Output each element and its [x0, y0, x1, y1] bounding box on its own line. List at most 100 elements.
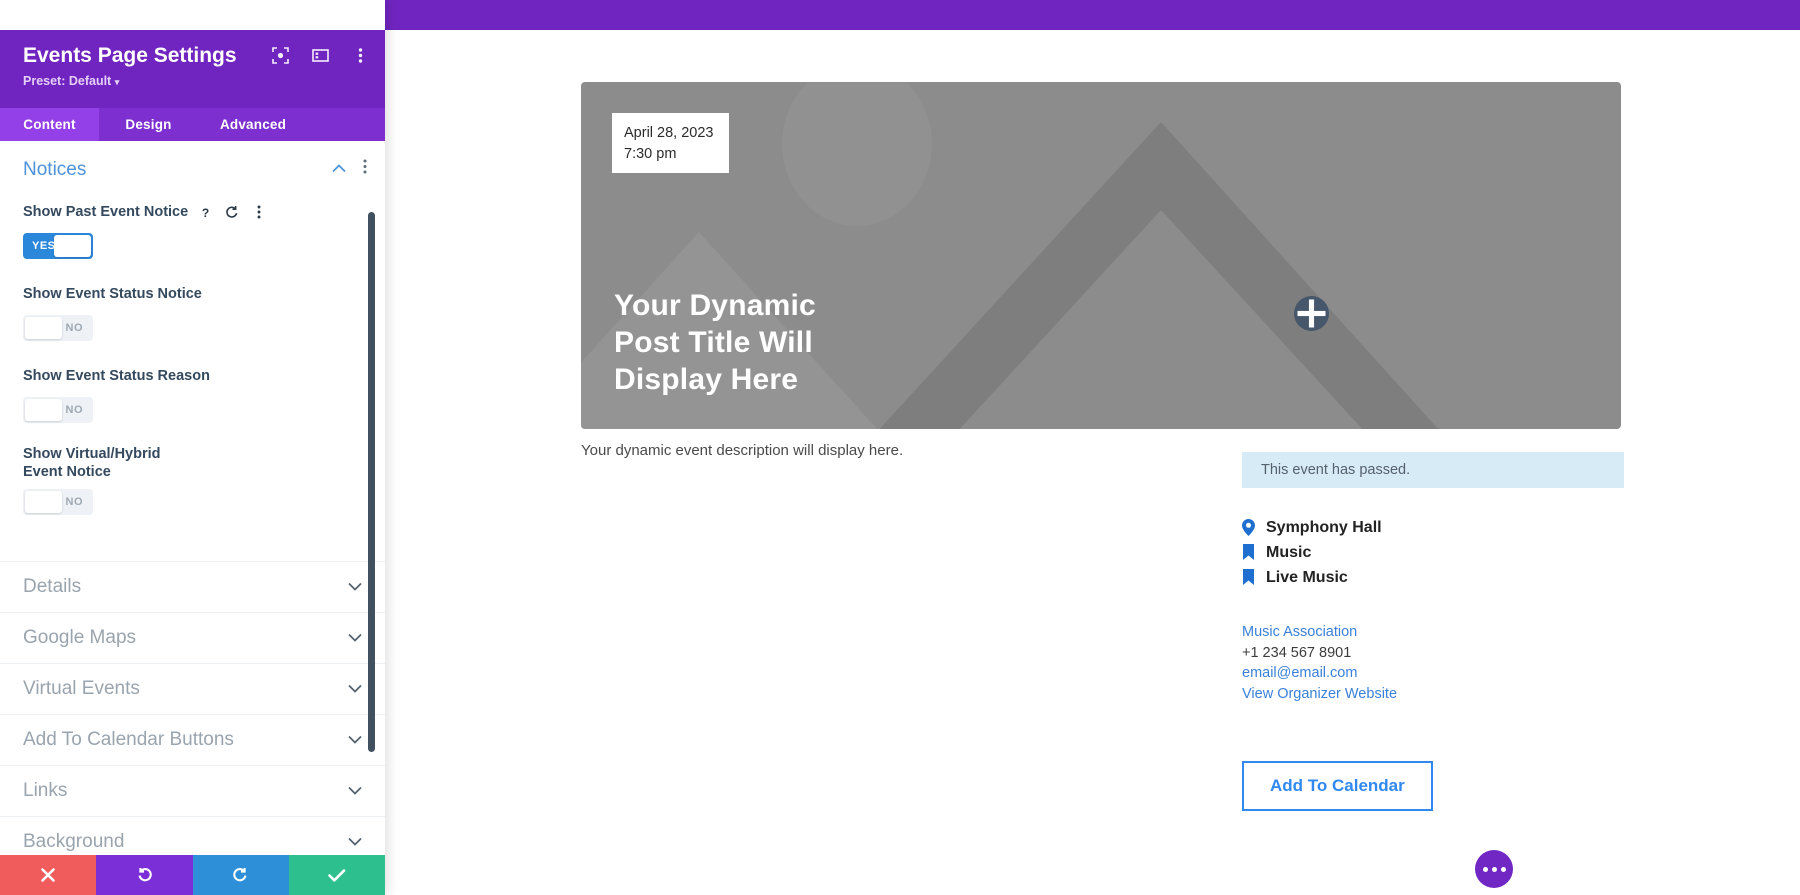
- toggle-knob: [54, 235, 91, 257]
- chevron-down-icon: [348, 629, 362, 647]
- toggle-value-label: NO: [65, 322, 83, 334]
- toggle-show-past-event-notice[interactable]: YES: [23, 233, 93, 259]
- page-canvas: April 28, 2023 7:30 pm Your Dynamic Post…: [385, 30, 1800, 895]
- bookmark-tag-icon: [1243, 544, 1254, 560]
- field-control-icons: ?: [198, 204, 266, 220]
- chevron-down-icon: ▾: [114, 77, 120, 87]
- field-kebab-menu-icon[interactable]: [252, 204, 266, 220]
- toggle-knob: [25, 399, 62, 421]
- organizer-phone: +1 234 567 8901: [1242, 644, 1352, 661]
- meta-row-venue: Symphony Hall: [1242, 515, 1382, 540]
- dot-1: [1482, 866, 1488, 872]
- section-header-notices[interactable]: Notices: [0, 141, 385, 199]
- field-show-event-status-reason: Show Event Status Reason NO: [0, 363, 385, 423]
- panel-header-icons: [271, 46, 369, 64]
- panel-title: Events Page Settings: [23, 44, 237, 67]
- save-button[interactable]: [288, 855, 385, 895]
- organizer-block: Music Association +1 234 567 8901 email@…: [1242, 622, 1397, 705]
- tab-design[interactable]: Design: [99, 108, 198, 141]
- organizer-website-link[interactable]: View Organizer Website: [1242, 684, 1397, 705]
- chevron-down-icon: [348, 578, 362, 596]
- field-label-show-event-status-reason: Show Event Status Reason: [23, 367, 210, 384]
- svg-text:?: ?: [202, 206, 209, 219]
- event-meta-list: Symphony Hall Music Live Music: [1242, 515, 1382, 590]
- field-label-show-virtual-hybrid-event-notice: Show Virtual/Hybrid Event Notice: [23, 446, 161, 481]
- event-passed-notice: This event has passed.: [1242, 452, 1624, 488]
- toggle-show-event-status-reason[interactable]: NO: [23, 397, 93, 423]
- preset-label: Preset: Default: [23, 74, 112, 88]
- event-date-badge: April 28, 2023 7:30 pm: [612, 113, 729, 173]
- panel-scroll-body: Notices Show Past Event Notice ? YES Sho…: [0, 141, 385, 855]
- undo-button[interactable]: [96, 855, 193, 895]
- panel-scrollbar-thumb[interactable]: [368, 212, 375, 752]
- bookmark-tag-icon: [1243, 569, 1254, 585]
- toggle-value-label: YES: [32, 240, 56, 252]
- chevron-down-icon: [348, 680, 362, 698]
- section-details[interactable]: Details: [0, 561, 385, 612]
- event-title-line-2: Post Title Will: [614, 326, 813, 360]
- event-title-line-3: Display Here: [614, 363, 799, 397]
- focus-frame-icon[interactable]: [271, 46, 289, 64]
- section-label-background: Background: [23, 831, 125, 853]
- meta-venue-label: Symphony Hall: [1266, 518, 1382, 536]
- toggle-knob: [25, 317, 62, 339]
- field-show-virtual-hybrid-event-notice: Show Virtual/Hybrid Event Notice NO: [0, 445, 385, 516]
- section-background[interactable]: Background: [0, 816, 385, 855]
- field-label-show-past-event-notice: Show Past Event Notice: [23, 203, 189, 220]
- section-label-add-to-calendar-buttons: Add To Calendar Buttons: [23, 729, 234, 751]
- section-links[interactable]: Links: [0, 765, 385, 816]
- help-icon[interactable]: ?: [198, 204, 212, 220]
- dot-2: [1491, 866, 1497, 872]
- preset-selector[interactable]: Preset: Default ▾: [23, 74, 119, 88]
- section-label-links: Links: [23, 780, 68, 802]
- section-title-notices: Notices: [23, 159, 87, 180]
- location-pin-icon: [1242, 519, 1255, 536]
- event-title: Your Dynamic Post Title Will Display Her…: [614, 288, 816, 399]
- panel-header: Events Page Settings Preset: Default ▾: [0, 30, 385, 108]
- meta-category-1-label: Music: [1266, 543, 1312, 561]
- reset-icon[interactable]: [225, 204, 239, 220]
- checkmark-icon: [328, 868, 346, 882]
- panel-tabs: Content Design Advanced: [0, 108, 385, 141]
- close-icon: [41, 868, 55, 882]
- chevron-down-icon: [348, 833, 362, 851]
- dot-3: [1500, 866, 1506, 872]
- plus-icon: [1297, 299, 1326, 328]
- redo-icon: [233, 868, 247, 882]
- event-description: Your dynamic event description will disp…: [581, 442, 904, 459]
- section-add-to-calendar-buttons[interactable]: Add To Calendar Buttons: [0, 714, 385, 765]
- tab-content[interactable]: Content: [0, 108, 99, 141]
- chevron-up-icon[interactable]: [332, 160, 346, 178]
- section-kebab-menu-icon[interactable]: [363, 159, 367, 179]
- app-root: Edit All Events Body Layout April 28, 20…: [0, 0, 1800, 895]
- toggle-show-virtual-hybrid-event-notice[interactable]: NO: [23, 489, 93, 516]
- organizer-email-link[interactable]: email@email.com: [1242, 663, 1397, 684]
- add-module-button[interactable]: [1294, 296, 1329, 331]
- add-to-calendar-button[interactable]: Add To Calendar: [1242, 761, 1433, 811]
- toggle-show-event-status-notice[interactable]: NO: [23, 315, 93, 341]
- event-date: April 28, 2023: [624, 125, 714, 141]
- section-virtual-events[interactable]: Virtual Events: [0, 663, 385, 714]
- organizer-name-link[interactable]: Music Association: [1242, 622, 1397, 643]
- section-google-maps[interactable]: Google Maps: [0, 612, 385, 663]
- chevron-down-icon: [348, 782, 362, 800]
- section-label-google-maps: Google Maps: [23, 627, 137, 649]
- field-label-show-event-status-notice: Show Event Status Notice: [23, 285, 202, 302]
- kebab-menu-icon[interactable]: [351, 46, 369, 64]
- cancel-button[interactable]: [0, 855, 97, 895]
- field-show-event-status-notice: Show Event Status Notice NO: [0, 281, 385, 341]
- panel-dock-icon[interactable]: [311, 46, 329, 64]
- toggle-value-label: NO: [65, 496, 83, 509]
- undo-icon: [138, 868, 152, 882]
- settings-panel: Events Page Settings Preset: Default ▾ C…: [0, 0, 385, 895]
- page-settings-fab[interactable]: [1475, 850, 1513, 888]
- chevron-down-icon: [348, 731, 362, 749]
- tab-advanced[interactable]: Advanced: [198, 108, 308, 141]
- panel-action-bar: [0, 855, 385, 895]
- event-title-line-1: Your Dynamic: [614, 289, 816, 323]
- meta-row-category-1: Music: [1242, 540, 1382, 565]
- redo-button[interactable]: [192, 855, 289, 895]
- event-hero-image[interactable]: April 28, 2023 7:30 pm Your Dynamic Post…: [581, 82, 1621, 429]
- section-label-virtual-events: Virtual Events: [23, 678, 140, 700]
- section-label-details: Details: [23, 576, 82, 598]
